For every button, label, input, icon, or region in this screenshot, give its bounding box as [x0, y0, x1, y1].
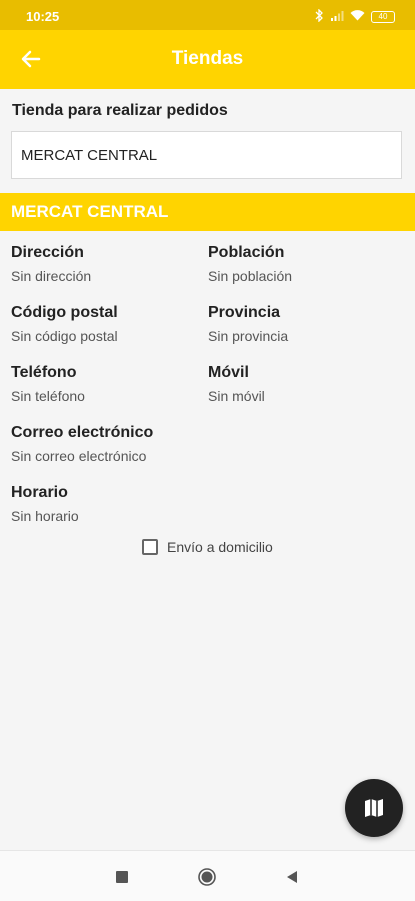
back-triangle-icon: [287, 871, 297, 883]
status-icons: 40: [314, 8, 395, 25]
recents-button[interactable]: [112, 867, 132, 887]
home-delivery-option[interactable]: Envío a domicilio: [142, 539, 273, 555]
field-correo: Correo electrónico Sin correo electrónic…: [11, 424, 153, 464]
field-horario: Horario Sin horario: [11, 484, 79, 524]
signal-icon: [330, 10, 344, 24]
field-value: Sin código postal: [11, 328, 118, 344]
store-select-input[interactable]: MERCAT CENTRAL: [11, 131, 402, 179]
home-button[interactable]: [197, 867, 217, 887]
field-value: Sin correo electrónico: [11, 448, 147, 464]
field-movil: Móvil Sin móvil: [208, 364, 265, 404]
home-delivery-checkbox[interactable]: [142, 539, 158, 555]
store-header: MERCAT CENTRAL: [0, 193, 415, 231]
page-title: Tiendas: [171, 48, 244, 69]
field-label: Teléfono: [11, 364, 77, 381]
store-select-value: MERCAT CENTRAL: [21, 146, 158, 164]
field-value: Sin horario: [11, 508, 79, 524]
field-codigo-postal: Código postal Sin código postal: [11, 304, 118, 344]
field-label: Dirección: [11, 244, 84, 261]
field-direccion: Dirección Sin dirección: [11, 244, 91, 284]
map-button[interactable]: [345, 779, 403, 837]
bluetooth-icon: [314, 8, 324, 25]
back-nav-button[interactable]: [282, 867, 302, 887]
field-telefono: Teléfono Sin teléfono: [11, 364, 85, 404]
field-label: Correo electrónico: [11, 424, 154, 441]
field-value: Sin provincia: [208, 328, 289, 344]
app-bar: Tiendas: [0, 30, 415, 89]
wifi-icon: [350, 10, 365, 24]
status-time: 10:25: [26, 9, 60, 24]
battery-icon: 40: [371, 11, 395, 23]
store-name: MERCAT CENTRAL: [11, 202, 169, 221]
field-label: Horario: [11, 484, 68, 501]
home-delivery-label: Envío a domicilio: [167, 539, 273, 555]
field-label: Provincia: [208, 304, 281, 321]
field-value: Sin población: [208, 268, 293, 284]
field-label: Código postal: [11, 304, 118, 321]
status-bar: 10:25 40: [0, 0, 415, 30]
map-icon: [365, 799, 383, 817]
field-label: Población: [208, 244, 285, 261]
field-value: Sin móvil: [208, 388, 265, 404]
home-circle-icon: [198, 868, 216, 886]
store-select-label: Tienda para realizar pedidos: [12, 102, 228, 119]
recents-square-icon: [116, 871, 128, 883]
field-provincia: Provincia Sin provincia: [208, 304, 288, 344]
field-value: Sin dirección: [11, 268, 92, 284]
field-poblacion: Población Sin población: [208, 244, 292, 284]
field-label: Móvil: [208, 364, 249, 381]
field-value: Sin teléfono: [11, 388, 85, 404]
system-nav-bar: [0, 850, 415, 901]
